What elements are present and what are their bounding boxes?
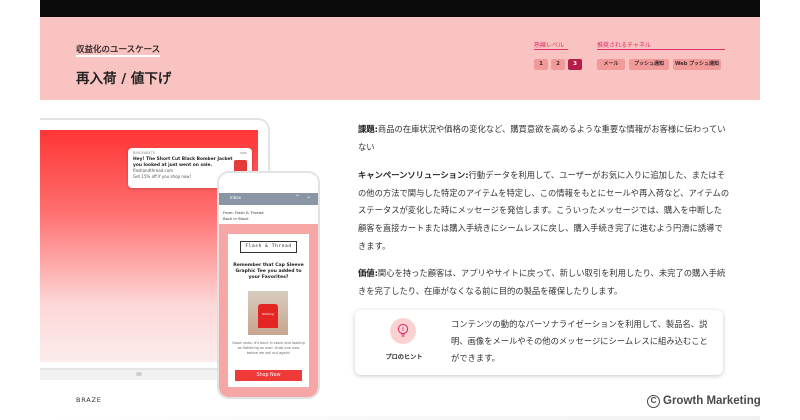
usecase-underline (76, 55, 160, 57)
notification-time: now (239, 151, 247, 155)
notification-title: Hey! The Short Cut Black Bomber Jacket y… (133, 157, 233, 168)
level-2-badge: 2 (551, 59, 565, 70)
usecase-label: 収益化のユースケース (76, 45, 161, 55)
skill-level-label: 熟練レベル (534, 42, 565, 49)
channel-webpush-badge: Web プッシュ通知 (673, 59, 721, 70)
growth-marketing-watermark: C Growth Marketing (647, 395, 761, 408)
pro-tip-label: プロのヒント (385, 354, 423, 361)
issue-label: 課題: (358, 124, 378, 134)
shirt-print: Nothing (262, 312, 274, 316)
level-3-badge: 3 (568, 59, 582, 70)
email-from: From: Flash & Thread (223, 210, 264, 215)
value-paragraph: 価値:関心を持った顧客は、アプリやサイトに戻って、新しい取引を利用したり、未完了… (358, 265, 730, 300)
laptop-notch (136, 372, 142, 376)
shirt-image (258, 304, 278, 328)
slide-header: 収益化のユースケース 再入荷 / 値下げ 熟練レベル 1 2 3 推奨されるチャ… (40, 17, 760, 100)
pro-tip-box: プロのヒント コンテンツの動的なパーソナライゼーションを利用して、製品名、説明、… (355, 310, 723, 375)
value-text: 関心を持った顧客は、アプリやサイトに戻って、新しい取引を利用したり、未完了の購入… (358, 268, 726, 296)
email-card: Flash & Thread Remember that Cap Sleeve … (228, 234, 309, 387)
phone-inbox-label: Inbox (230, 195, 241, 200)
solution-text: 行動データを利用して、ユーザーがお気に入りに追加した、またはその他の方法で関与し… (358, 170, 730, 251)
channels-label: 推奨されるチャネル (597, 42, 651, 49)
email-body: Good news: it's back in stock and lookin… (232, 341, 305, 355)
copyright-icon: C (647, 395, 660, 408)
solution-label: キャンペーンソリューション: (358, 170, 469, 180)
skill-level-underline (534, 49, 568, 50)
pro-tip-text: コンテンツの動的なパーソナライゼーションを利用して、製品名、説明、画像をメールや… (451, 319, 708, 363)
solution-paragraph: キャンペーンソリューション:行動データを利用して、ユーザーがお気に入りに追加した… (358, 167, 730, 256)
email-headline: Remember that Cap Sleeve Graphic Tee you… (233, 263, 304, 280)
email-subject: Back in Stock (223, 215, 249, 221)
braze-logo: BRAZE (76, 396, 102, 404)
phone-email-header: From: Flash & Thread Back in Stock (223, 210, 264, 221)
shop-now-button[interactable]: Shop Now (235, 370, 302, 381)
issue-text: 商品の在庫状況や価格の変化など、購買意欲を高めるような重要な情報がお客様に伝わっ… (358, 124, 726, 152)
page-title: 再入荷 / 値下げ (76, 71, 172, 87)
value-label: 価値: (358, 268, 378, 278)
issue-paragraph: 課題:商品の在庫状況や価格の変化など、購買意欲を高めるような重要な情報がお客様に… (358, 121, 730, 156)
slide: 収益化のユースケース 再入荷 / 値下げ 熟練レベル 1 2 3 推奨されるチャ… (40, 17, 760, 420)
top-black-bar (40, 0, 760, 17)
email-brand-logo: Flash & Thread (240, 241, 297, 253)
watermark-text: Growth Marketing (663, 395, 761, 407)
phone-illustration: Inbox ⌃ ⌄ From: Flash & Thread Back in S… (217, 171, 320, 399)
lightbulb-icon (390, 318, 416, 344)
channels-underline (597, 49, 725, 50)
phone-status-bar (219, 173, 318, 193)
channel-push-badge: プッシュ通知 (629, 59, 669, 70)
channel-email-badge: メール (597, 59, 625, 70)
level-1-badge: 1 (534, 59, 548, 70)
notification-app-name: BRICKABYTE (133, 151, 156, 155)
bottom-strip (40, 416, 760, 420)
chevron-down-icon: ⌄ (306, 193, 312, 200)
chevron-up-icon: ⌃ (295, 194, 301, 201)
